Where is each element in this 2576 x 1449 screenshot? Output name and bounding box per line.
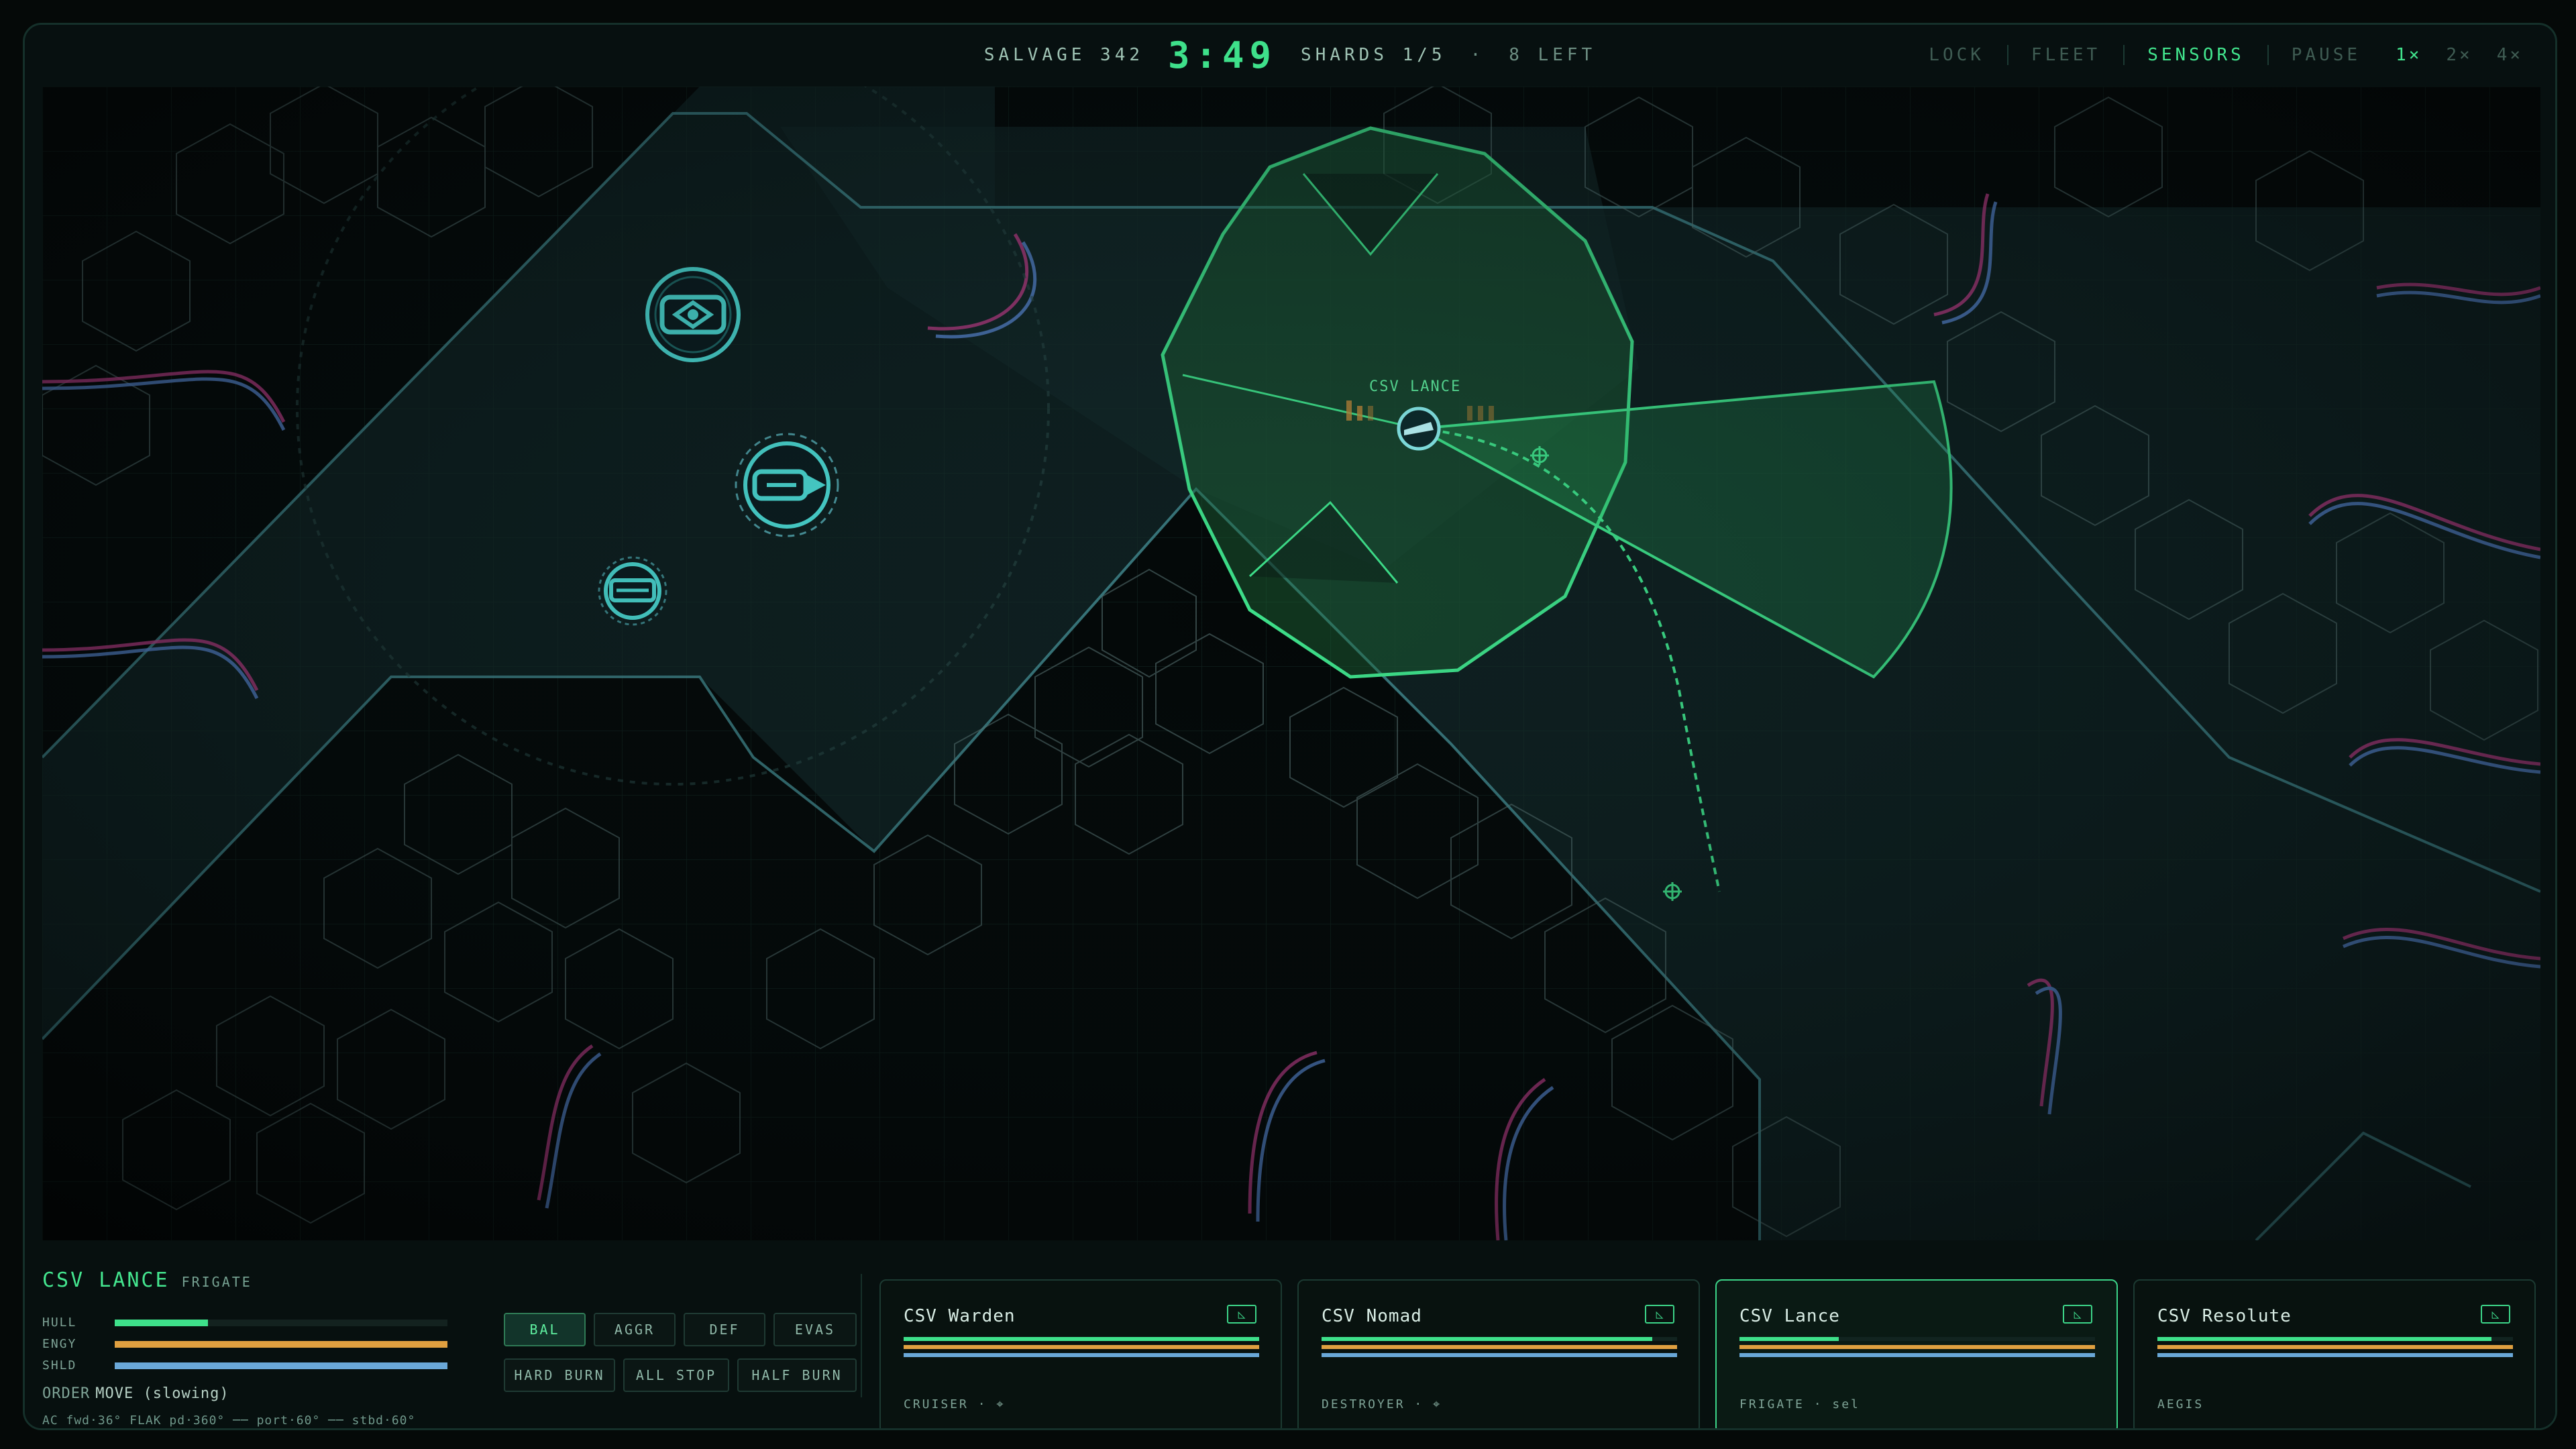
card-hull-fill	[2157, 1337, 2492, 1341]
card-shield-fill	[904, 1353, 1259, 1357]
card-shield-bar	[1322, 1353, 1677, 1357]
order-key: ORDER	[42, 1385, 91, 1402]
card-hull-fill	[1739, 1337, 1839, 1341]
energy-bar	[115, 1341, 447, 1348]
card-energy-fill	[1322, 1345, 1677, 1349]
card-hull-bar	[2157, 1337, 2513, 1341]
command-panel: CSV LANCE FRIGATE HULL ENGY SHLD ORDER MOV…	[25, 1240, 2555, 1428]
energy-stat: ENGY	[42, 1337, 472, 1352]
card-ship-meta: CRUISER · ⌖	[904, 1397, 1006, 1411]
card-shield-fill	[1322, 1353, 1677, 1357]
card-energy-fill	[2157, 1345, 2513, 1349]
current-order: ORDER MOVE (slowing)	[42, 1385, 229, 1402]
card-ship-name: CSV Resolute	[2157, 1306, 2292, 1326]
pause-button[interactable]: PAUSE	[2269, 45, 2383, 65]
speed-1x-button[interactable]: 1×	[2383, 45, 2434, 65]
card-ship-name: CSV Warden	[904, 1306, 1016, 1326]
fleet-card-nomad[interactable]: CSV Nomad ◺ DESTROYER · ⌖	[1297, 1279, 1700, 1428]
card-energy-bar	[2157, 1345, 2513, 1349]
fleet-card-resolute[interactable]: CSV Resolute ◺ AEGIS	[2133, 1279, 2536, 1428]
stance-controls: BAL AGGR DEF EVAS HARD BURN ALL STOP HAL…	[478, 1240, 857, 1428]
shield-bar-fill	[115, 1362, 447, 1369]
selected-ship-name: CSV LANCE FRIGATE	[42, 1269, 252, 1292]
panel-divider	[861, 1274, 862, 1397]
energy-label: ENGY	[42, 1337, 77, 1351]
hull-bar	[115, 1320, 447, 1326]
ship-name: CSV LANCE	[42, 1269, 170, 1292]
card-energy-fill	[904, 1345, 1259, 1349]
card-shield-fill	[1739, 1353, 2095, 1357]
game-frame: SALVAGE 342 3:49 SHARDS 1/5 · 8 LEFT LOC…	[23, 23, 2557, 1430]
tactical-map[interactable]: CSV LANCE	[42, 87, 2540, 1240]
card-energy-fill	[1739, 1345, 2095, 1349]
frigate-icon[interactable]	[1397, 407, 1441, 451]
evasive-stance-button[interactable]: EVAS	[773, 1313, 857, 1346]
card-hull-bar	[1322, 1337, 1677, 1341]
card-energy-bar	[1739, 1345, 2095, 1349]
hard-burn-button[interactable]: HARD BURN	[504, 1358, 615, 1392]
weapon-arcs: AC fwd·36° FLAK pd·360° ── port·60° ── s…	[42, 1413, 416, 1428]
selected-ship-label: CSV LANCE	[1369, 378, 1461, 395]
card-energy-bar	[904, 1345, 1259, 1349]
card-ship-meta: FRIGATE · sel	[1739, 1397, 1860, 1411]
card-shield-bar	[904, 1353, 1259, 1357]
fleet-button[interactable]: FLEET	[2008, 45, 2123, 65]
fleet-card-lance[interactable]: CSV Lance ◺ FRIGATE · sel	[1715, 1279, 2118, 1428]
sensors-button[interactable]: SENSORS	[2125, 45, 2267, 65]
focus-ship-icon[interactable]: ◺	[1227, 1305, 1256, 1324]
all-stop-button[interactable]: ALL STOP	[623, 1358, 729, 1392]
salvage-counter: SALVAGE 342	[983, 45, 1144, 65]
defensive-stance-button[interactable]: DEF	[684, 1313, 765, 1346]
hull-stat: HULL	[42, 1316, 472, 1330]
map-canvas[interactable]: CSV LANCE	[42, 87, 2540, 1240]
hull-bar-fill	[115, 1320, 208, 1326]
shards-counter: SHARDS 1/5	[1301, 45, 1446, 65]
remaining-counter: 8 LEFT	[1509, 45, 1597, 65]
card-hull-fill	[1322, 1337, 1652, 1341]
shield-label: SHLD	[42, 1358, 77, 1373]
view-controls: LOCK FLEET SENSORS PAUSE 1× 2× 4×	[1906, 25, 2535, 85]
focus-ship-icon[interactable]: ◺	[2063, 1305, 2092, 1324]
card-hull-bar	[904, 1337, 1259, 1341]
card-hull-fill	[904, 1337, 1259, 1341]
hull-label: HULL	[42, 1316, 77, 1330]
speed-2x-button[interactable]: 2×	[2434, 45, 2484, 65]
shield-bar	[115, 1362, 447, 1369]
selected-ship-panel: CSV LANCE FRIGATE HULL ENGY SHLD ORDER MOV…	[42, 1240, 472, 1428]
speed-4x-button[interactable]: 4×	[2485, 45, 2535, 65]
top-bar: SALVAGE 342 3:49 SHARDS 1/5 · 8 LEFT LOC…	[25, 25, 2555, 85]
balanced-stance-button[interactable]: BAL	[504, 1313, 586, 1346]
focus-ship-icon[interactable]: ◺	[2481, 1305, 2510, 1324]
aggressive-stance-button[interactable]: AGGR	[594, 1313, 676, 1346]
mission-clock: 3:49	[1168, 34, 1277, 76]
lock-button[interactable]: LOCK	[1906, 45, 2007, 65]
card-ship-name: CSV Nomad	[1322, 1306, 1422, 1326]
order-value: MOVE (slowing)	[95, 1385, 229, 1402]
fleet-card-warden[interactable]: CSV Warden ◺ CRUISER · ⌖	[879, 1279, 1282, 1428]
energy-bar-fill	[115, 1341, 447, 1348]
card-shield-bar	[1739, 1353, 2095, 1357]
eye-shield-icon[interactable]	[645, 267, 741, 362]
card-hull-bar	[1739, 1337, 2095, 1341]
card-energy-bar	[1322, 1345, 1677, 1349]
half-burn-button[interactable]: HALF BURN	[737, 1358, 857, 1392]
card-shield-bar	[2157, 1353, 2513, 1357]
card-shield-fill	[2157, 1353, 2513, 1357]
separator-dot: ·	[1470, 45, 1485, 65]
focus-ship-icon[interactable]: ◺	[1645, 1305, 1674, 1324]
card-ship-meta: AEGIS	[2157, 1397, 2204, 1411]
card-ship-name: CSV Lance	[1739, 1306, 1840, 1326]
ship-class: FRIGATE	[181, 1274, 252, 1290]
shield-stat: SHLD	[42, 1358, 472, 1373]
card-ship-meta: DESTROYER · ⌖	[1322, 1397, 1442, 1411]
